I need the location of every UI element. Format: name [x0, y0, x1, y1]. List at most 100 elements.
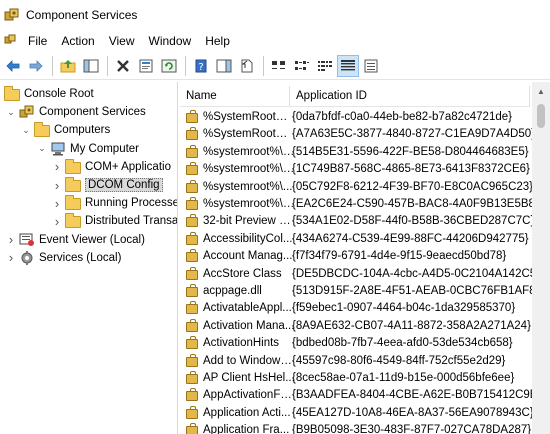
tree-item-computers[interactable]: ⌄ Computers: [21, 121, 110, 139]
table-row[interactable]: Account Manag... {f7f34f79-6791-4d4e-9f15…: [180, 247, 530, 265]
row-application-id: {45597c98-80f6-4549-84ff-752cf55e2d29}: [292, 354, 506, 367]
large-icons-view-icon[interactable]: [268, 55, 290, 77]
console-menu-icon: [4, 34, 16, 44]
table-row[interactable]: AP Client HsHel... {8cec58ae-07a1-11d9-b1…: [180, 369, 530, 387]
tree-item-event-viewer-local[interactable]: › Event Viewer (Local): [6, 231, 145, 249]
menu-file[interactable]: File: [21, 30, 54, 52]
tree-item-services-local[interactable]: › Services (Local): [6, 249, 122, 267]
collapse-chevron-icon[interactable]: ⌄: [21, 121, 31, 139]
properties-icon[interactable]: [135, 55, 157, 77]
table-row[interactable]: AccessibilityCol... {434A6274-C539-4E99-8…: [180, 230, 530, 248]
small-icons-view-icon[interactable]: [291, 55, 313, 77]
title-bar: Component Services: [0, 0, 550, 30]
file-menu-icon-holder[interactable]: [2, 30, 21, 52]
dcom-package-icon: [185, 336, 199, 350]
dcom-package-icon: [185, 266, 199, 281]
table-row[interactable]: %SystemRoot%\... {0da7bfdf-c0a0-44eb-be82…: [180, 108, 530, 126]
column-header-application-id[interactable]: Application ID: [290, 86, 530, 106]
expand-chevron-icon[interactable]: ›: [52, 158, 62, 176]
tree-item-my-computer[interactable]: ⌄ My Computer: [37, 140, 139, 158]
column-header-name[interactable]: Name: [180, 86, 290, 106]
folder-icon: [34, 122, 50, 138]
list-view-icon[interactable]: [314, 55, 336, 77]
vertical-scrollbar[interactable]: ▲: [532, 82, 550, 434]
menu-action[interactable]: Action: [54, 30, 101, 52]
collapse-chevron-icon[interactable]: ⌄: [37, 140, 47, 158]
refresh-icon[interactable]: [158, 55, 180, 77]
tree-item-com-applicatio[interactable]: › COM+ Applicatio: [52, 158, 171, 176]
back-arrow-icon[interactable]: [2, 55, 24, 77]
expand-chevron-icon[interactable]: ›: [6, 231, 16, 249]
tree-item-component-services[interactable]: ⌄ Component Services: [6, 103, 146, 121]
row-application-id: {B3AADFEA-8404-4CBE-A62E-B0B715412C9E}: [292, 389, 532, 402]
scrollbar-thumb[interactable]: [537, 104, 545, 128]
table-row[interactable]: %systemroot%\... {05C792F8-6212-4F39-BF70…: [180, 178, 532, 196]
table-row[interactable]: Application Fra... {B9B05098-3E30-483F-87…: [180, 421, 531, 434]
folder-icon: [65, 213, 81, 229]
tree-item-label: Distributed Transa: [85, 215, 178, 228]
menu-view[interactable]: View: [102, 30, 142, 52]
toolbar: ?: [0, 52, 550, 80]
row-name: AccessibilityCol...: [203, 232, 293, 245]
help-icon[interactable]: ?: [190, 55, 212, 77]
tree-item-label: Computers: [54, 124, 111, 137]
dcom-package-icon: [185, 162, 199, 176]
table-row[interactable]: %systemroot%\s... {1C749B87-568C-4865-8E7…: [180, 160, 530, 178]
tree-item-distributed-transa[interactable]: › Distributed Transa: [52, 212, 178, 230]
menu-window[interactable]: Window: [142, 30, 199, 52]
table-row[interactable]: AccStore Class {DE5DBCDC-104A-4cbc-A4D5-0…: [180, 265, 532, 283]
svg-text:?: ?: [198, 62, 203, 73]
collapse-chevron-icon[interactable]: ⌄: [6, 103, 16, 121]
dcom-package-icon: [185, 423, 199, 434]
header-divider: [180, 106, 530, 107]
menu-help[interactable]: Help: [198, 30, 237, 52]
detail-view-icon[interactable]: [337, 54, 359, 77]
show-hide-action-pane-icon[interactable]: [213, 55, 235, 77]
row-application-id: {A7A63E5C-3877-4840-8727-C1EA9D7A4D50}: [292, 128, 532, 141]
toolbar-separator: [185, 55, 186, 76]
table-row[interactable]: ActivatableAppl... {f59ebec1-0907-4464-b0…: [180, 299, 530, 317]
tree-item-running-processe[interactable]: › Running Processe: [52, 194, 178, 212]
table-row[interactable]: %systemroot%\s... {EA2C6E24-C590-457B-BAC…: [180, 195, 532, 213]
dcom-package-icon: [185, 214, 199, 228]
expand-chevron-icon[interactable]: ›: [52, 194, 62, 212]
expand-chevron-icon[interactable]: ›: [52, 212, 62, 230]
dcom-package-icon: [185, 144, 199, 159]
application-id-icon[interactable]: [360, 55, 382, 77]
folder-icon: [4, 86, 20, 101]
row-name: Add to Windows...: [203, 354, 295, 367]
table-row[interactable]: acppage.dll {513D915F-2A8E-4F51-AEAB-0CBC…: [180, 282, 532, 300]
table-row[interactable]: ActivationHints {bdbed08b-7fb7-4eea-afd0-…: [180, 334, 530, 352]
table-row[interactable]: Activation Mana... {8A9AE632-CB07-4A11-88…: [180, 317, 531, 335]
show-hide-tree-icon[interactable]: [80, 55, 102, 77]
delete-icon[interactable]: [112, 55, 134, 77]
row-name: %systemroot%\s...: [203, 198, 295, 210]
export-list-icon[interactable]: [236, 55, 258, 77]
tree-item-label: Running Processe: [85, 197, 178, 210]
forward-arrow-icon[interactable]: [25, 55, 47, 77]
expand-chevron-icon[interactable]: ›: [6, 249, 16, 267]
table-row[interactable]: Application Acti... {45EA127D-10A8-46EA-8…: [180, 404, 532, 422]
table-row[interactable]: %SystemRoot%\... {A7A63E5C-3877-4840-8727…: [180, 125, 532, 143]
table-row[interactable]: %systemroot%\s... {514B5E31-5596-422F-BE5…: [180, 143, 530, 161]
table-row[interactable]: 32-bit Preview H... {534A1E02-D58F-44f0-B…: [180, 212, 532, 230]
row-name: ActivationHints: [203, 337, 280, 350]
row-application-id: {434A6274-C539-4E99-88FC-44206D942775}: [292, 232, 529, 245]
expand-chevron-icon[interactable]: ›: [52, 176, 62, 194]
table-row[interactable]: AppActivationFa... {B3AADFEA-8404-4CBE-A6…: [180, 386, 532, 404]
row-name: ActivatableAppl...: [203, 302, 292, 315]
component-icon: [19, 105, 35, 119]
row-application-id: {f59ebec1-0907-4464-b04c-1da329585370}: [292, 302, 516, 315]
row-name: %systemroot%\...: [203, 180, 293, 193]
up-folder-icon[interactable]: [57, 55, 79, 77]
window-title: Component Services: [26, 8, 138, 22]
tree-item-dcom-config[interactable]: › DCOM Config: [52, 176, 163, 194]
column-name-label: Name: [186, 90, 217, 102]
tree-item-label: My Computer: [70, 142, 140, 155]
dcom-package-icon: [185, 353, 199, 368]
dcom-package-icon: [185, 371, 199, 385]
row-name: acppage.dll: [203, 285, 262, 297]
tree-item-console-root[interactable]: Console Root: [4, 85, 94, 103]
table-row[interactable]: Add to Windows... {45597c98-80f6-4549-84f…: [180, 352, 530, 370]
scroll-up-icon[interactable]: ▲: [532, 82, 550, 100]
